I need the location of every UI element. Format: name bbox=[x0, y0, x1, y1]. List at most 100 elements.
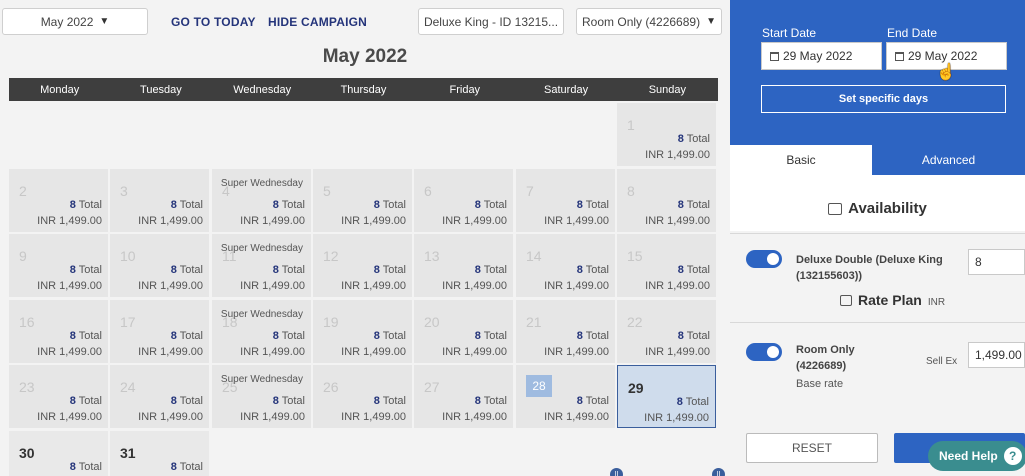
reset-button[interactable]: RESET bbox=[746, 433, 878, 463]
day-rate: INR 1,499.00 bbox=[544, 280, 609, 292]
day-total-count: 8 bbox=[69, 395, 76, 407]
hide-campaign-link[interactable]: HIDE CAMPAIGN bbox=[268, 15, 367, 29]
calendar-day-cell[interactable]: 20 8 Total INR 1,499.00 bbox=[414, 300, 513, 363]
day-total: 8 Total bbox=[475, 395, 507, 407]
day-number: 15 bbox=[627, 248, 643, 264]
day-number: 13 bbox=[424, 248, 440, 264]
calendar-day-cell[interactable]: 14 8 Total INR 1,499.00 bbox=[516, 234, 615, 297]
day-rate: INR 1,499.00 bbox=[37, 346, 102, 358]
day-total-count: 8 bbox=[474, 330, 481, 342]
room-count-input[interactable]: 8 bbox=[968, 249, 1025, 275]
calendar-day-cell[interactable]: 21 8 Total INR 1,499.00 bbox=[516, 300, 615, 363]
calendar-day-cell[interactable]: 2 8 Total INR 1,499.00 bbox=[9, 169, 108, 232]
calendar-day-cell[interactable]: 11 Super Wednesday 8 Total INR 1,499.00 bbox=[212, 234, 311, 297]
day-total: 8 Total bbox=[273, 264, 305, 276]
calendar-day-cell[interactable]: 88 Total INR 1,499.00 bbox=[617, 169, 716, 232]
day-total: 8 Total bbox=[374, 199, 406, 211]
weekday-label: Thursday bbox=[340, 83, 387, 96]
day-total-suffix: Total bbox=[585, 264, 609, 276]
day-rate: INR 1,499.00 bbox=[138, 280, 203, 292]
rate-plan-row: Room Only (4226689) Base rate Sell Ex 1,… bbox=[730, 322, 1025, 410]
start-date-field[interactable]: 29 May 2022 bbox=[761, 42, 882, 70]
room-name: Deluxe Double (Deluxe King bbox=[796, 254, 943, 266]
day-total: 8 Total bbox=[70, 199, 102, 211]
plan-select[interactable]: Room Only (4226689) ▼ bbox=[576, 8, 722, 35]
calendar-day-cell[interactable]: 13 8 Total INR 1,499.00 bbox=[414, 234, 513, 297]
campaign-label: Super Wednesday bbox=[220, 309, 303, 320]
day-rate: INR 1,499.00 bbox=[645, 215, 710, 227]
rate-plan-toggle[interactable] bbox=[746, 343, 782, 361]
calendar-day-cell[interactable]: 25 Super Wednesday 8 Total INR 1,499.00 bbox=[212, 365, 311, 428]
day-total-suffix: Total bbox=[78, 461, 102, 473]
calendar-day-cell[interactable]: 1 8 Total INR 1,499.00 bbox=[617, 103, 716, 166]
drag-handle-left[interactable]: || bbox=[610, 468, 623, 476]
day-rate: INR 1,499.00 bbox=[645, 149, 710, 161]
calendar-day-cell[interactable]: 12 8 Total INR 1,499.00 bbox=[313, 234, 412, 297]
day-total-suffix: Total bbox=[179, 264, 203, 276]
day-number: 24 bbox=[120, 379, 136, 395]
calendar-day-cell[interactable]: 30 8 Total bbox=[9, 431, 108, 476]
calendar-day-cell[interactable]: 6 8 Total INR 1,499.00 bbox=[414, 169, 513, 232]
day-total: 8 Total bbox=[475, 264, 507, 276]
tab-advanced[interactable]: Advanced bbox=[872, 145, 1025, 175]
calendar-day-cell[interactable]: 7 8 Total INR 1,499.00 bbox=[516, 169, 615, 232]
set-specific-days-button[interactable]: Set specific days bbox=[761, 85, 1006, 113]
room-select-label: Deluxe King - ID 13215... bbox=[423, 14, 559, 29]
hand-cursor-icon: ☝ bbox=[936, 64, 956, 81]
room-select[interactable]: Deluxe King - ID 13215... bbox=[418, 8, 564, 35]
calendar-day-cell[interactable]: 29 8 Total INR 1,499.00 bbox=[617, 365, 716, 428]
day-total: 8 Total bbox=[374, 330, 406, 342]
calendar-day-cell[interactable]: 24 8 Total INR 1,499.00 bbox=[110, 365, 209, 428]
day-total-suffix: Total bbox=[382, 199, 406, 211]
room-toggle[interactable] bbox=[746, 250, 782, 268]
calendar-day-cell[interactable]: 16 8 Total INR 1,499.00 bbox=[9, 300, 108, 363]
help-icon: ? bbox=[1003, 447, 1022, 465]
day-total-suffix: Total bbox=[78, 264, 102, 276]
day-total: 8 Total bbox=[273, 395, 305, 407]
day-total-count: 8 bbox=[69, 330, 76, 342]
calendar-day-cell[interactable]: 9 8 Total INR 1,499.00 bbox=[9, 234, 108, 297]
day-rate: INR 1,499.00 bbox=[442, 215, 507, 227]
day-rate: INR 1,499.00 bbox=[341, 346, 406, 358]
day-total: 8 Total bbox=[171, 461, 203, 473]
day-total: 8 Total bbox=[171, 264, 203, 276]
day-rate: INR 1,499.00 bbox=[240, 411, 305, 423]
day-total-suffix: Total bbox=[281, 199, 305, 211]
day-total-count: 8 bbox=[576, 199, 583, 211]
day-total: 8 Total bbox=[374, 395, 406, 407]
calendar-day-cell[interactable]: 4 Super Wednesday 8 Total INR 1,499.00 bbox=[212, 169, 311, 232]
availability-header: Availability bbox=[730, 175, 1025, 231]
calendar-day-cell[interactable]: 27 8 Total INR 1,499.00 bbox=[414, 365, 513, 428]
calendar-day-cell[interactable]: 15 8 Total INR 1,499.00 bbox=[617, 234, 716, 297]
calendar-day-cell[interactable]: 23 8 Total INR 1,499.00 bbox=[9, 365, 108, 428]
calendar-day-cell[interactable]: 26 8 Total INR 1,499.00 bbox=[313, 365, 412, 428]
month-select[interactable]: May 2022 ▼ bbox=[2, 8, 148, 35]
day-total-suffix: Total bbox=[382, 395, 406, 407]
sell-ex-input[interactable]: 1,499.00 bbox=[968, 342, 1025, 368]
weekday-label: Friday bbox=[449, 83, 481, 96]
go-to-today-link[interactable]: GO TO TODAY bbox=[171, 15, 256, 29]
day-total: 8 Total bbox=[678, 199, 710, 211]
weekday-label: Tuesday bbox=[140, 83, 182, 96]
month-select-label: May 2022 bbox=[40, 14, 94, 29]
day-total-suffix: Total bbox=[281, 395, 305, 407]
day-rate: INR 1,499.00 bbox=[442, 346, 507, 358]
calendar: Monday Tuesday Wednesday Thursday Friday… bbox=[9, 78, 725, 476]
drag-handle-right[interactable]: || bbox=[712, 468, 725, 476]
day-total-count: 8 bbox=[373, 330, 380, 342]
calendar-day-cell[interactable]: 17 8 Total INR 1,499.00 bbox=[110, 300, 209, 363]
calendar-day-cell[interactable]: 3 8 Total INR 1,499.00 bbox=[110, 169, 209, 232]
calendar-day-cell[interactable]: 19 8 Total INR 1,499.00 bbox=[313, 300, 412, 363]
calendar-day-cell[interactable]: 28 8 Total INR 1,499.00 bbox=[516, 365, 615, 428]
calendar-day-cell[interactable]: 5 8 Total INR 1,499.00 bbox=[313, 169, 412, 232]
day-total: 8 Total bbox=[577, 330, 609, 342]
need-help-button[interactable]: Need Help ? bbox=[928, 441, 1025, 471]
calendar-day-cell[interactable]: 10 8 Total INR 1,499.00 bbox=[110, 234, 209, 297]
calendar-day-cell[interactable]: 31 8 Total bbox=[110, 431, 209, 476]
tab-basic[interactable]: Basic bbox=[730, 145, 872, 175]
calendar-day-cell[interactable]: 22 8 Total INR 1,499.00 bbox=[617, 300, 716, 363]
day-total-suffix: Total bbox=[179, 330, 203, 342]
day-total: 8 Total bbox=[70, 264, 102, 276]
day-total-count: 8 bbox=[474, 199, 481, 211]
calendar-day-cell[interactable]: 18 Super Wednesday 8 Total INR 1,499.00 bbox=[212, 300, 311, 363]
